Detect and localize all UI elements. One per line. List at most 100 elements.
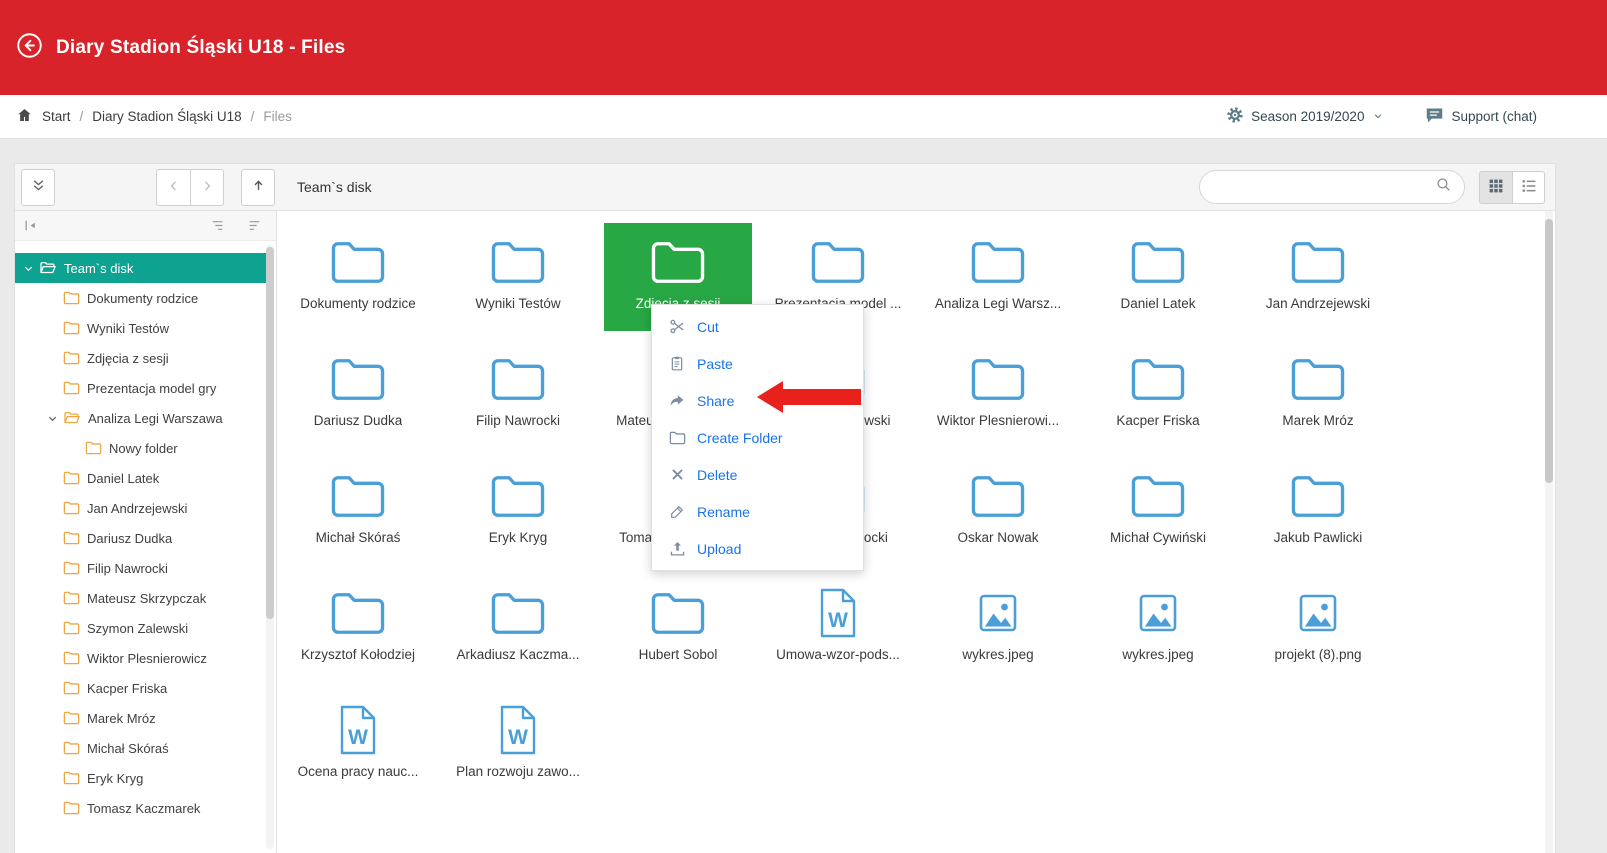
- folder-icon: [489, 236, 547, 288]
- file-tile-label: Dokumenty rodzice: [300, 296, 416, 311]
- expand-panel-button[interactable]: [21, 169, 55, 206]
- file-tile-jan-andrzejewski[interactable]: Jan Andrzejewski: [1244, 223, 1392, 331]
- file-tile-projekt-8-png[interactable]: projekt (8).png: [1244, 574, 1392, 682]
- search-input[interactable]: [1212, 180, 1435, 195]
- collapse-all-icon[interactable]: [210, 219, 225, 232]
- file-tile-wyniki-test-w[interactable]: Wyniki Testów: [444, 223, 592, 331]
- tree-item-label: Zdjęcia z sesji: [87, 351, 169, 366]
- file-tile-dariusz-dudka[interactable]: Dariusz Dudka: [284, 340, 432, 448]
- tree-item-zdj-cia-z-sesji[interactable]: Zdjęcia z sesji: [15, 343, 276, 373]
- tree-item-daniel-latek[interactable]: Daniel Latek: [15, 463, 276, 493]
- view-toggle: [1479, 171, 1545, 204]
- menu-item-upload[interactable]: Upload: [652, 530, 863, 567]
- tree-item-nowy-folder[interactable]: Nowy folder: [15, 433, 276, 463]
- season-label: Season 2019/2020: [1251, 109, 1364, 124]
- breadcrumb-item-diary[interactable]: Diary Stadion Śląski U18: [92, 109, 241, 124]
- file-tile-label: Ocena pracy nauc...: [298, 764, 419, 779]
- tree-item-team-s-disk[interactable]: Team`s disk: [15, 253, 266, 283]
- files-area: Dokumenty rodzice Wyniki Testów Zdjęcia …: [278, 211, 1555, 853]
- folder-icon: [1129, 236, 1187, 288]
- folder-icon: [329, 353, 387, 405]
- list-view-button[interactable]: [1512, 171, 1545, 204]
- svg-text:W: W: [508, 726, 528, 749]
- chevron-down-icon[interactable]: [47, 413, 63, 424]
- search-icon[interactable]: [1435, 176, 1452, 198]
- context-menu-item-label: Rename: [697, 504, 750, 520]
- tree-item-filip-nawrocki[interactable]: Filip Nawrocki: [15, 553, 276, 583]
- file-tile-kacper-friska[interactable]: Kacper Friska: [1084, 340, 1232, 448]
- file-tile-hubert-sobol[interactable]: Hubert Sobol: [604, 574, 752, 682]
- file-tile-umowa-wzor-pods[interactable]: W Umowa-wzor-pods...: [764, 574, 912, 682]
- folder-icon: [63, 591, 80, 605]
- tree-item-wyniki-test-w[interactable]: Wyniki Testów: [15, 313, 276, 343]
- file-tile-plan-rozwoju-zawo[interactable]: W Plan rozwoju zawo...: [444, 691, 592, 799]
- file-tile-arkadiusz-kaczma[interactable]: Arkadiusz Kaczma...: [444, 574, 592, 682]
- tree-item-wiktor-plesnierowicz[interactable]: Wiktor Plesnierowicz: [15, 643, 276, 673]
- file-tile-wiktor-plesnierowi[interactable]: Wiktor Plesnierowi...: [924, 340, 1072, 448]
- menu-item-delete[interactable]: Delete: [652, 456, 863, 493]
- file-tile-marek-mr-z[interactable]: Marek Mróz: [1244, 340, 1392, 448]
- tree-item-analiza-legi-warszawa[interactable]: Analiza Legi Warszawa: [15, 403, 276, 433]
- season-selector[interactable]: Season 2019/2020: [1226, 106, 1383, 127]
- folder-icon: [63, 741, 80, 755]
- menu-item-rename[interactable]: Rename: [652, 493, 863, 530]
- file-tile-analiza-legi-warsz[interactable]: Analiza Legi Warsz...: [924, 223, 1072, 331]
- file-tile-jakub-pawlicki[interactable]: Jakub Pawlicki: [1244, 457, 1392, 565]
- create-folder-icon: [668, 431, 686, 445]
- tree-item-prezentacja-model-gry[interactable]: Prezentacja model gry: [15, 373, 276, 403]
- folder-icon: [63, 321, 80, 335]
- tree-item-szymon-zalewski[interactable]: Szymon Zalewski: [15, 613, 276, 643]
- tree-item-mateusz-skrzypczak[interactable]: Mateusz Skrzypczak: [15, 583, 276, 613]
- tree-item-label: Analiza Legi Warszawa: [88, 411, 223, 426]
- support-chat-link[interactable]: Support (chat): [1425, 107, 1537, 127]
- file-tile-eryk-kryg[interactable]: Eryk Kryg: [444, 457, 592, 565]
- files-scrollbar-thumb[interactable]: [1545, 219, 1553, 483]
- forward-nav-button[interactable]: [190, 169, 224, 206]
- tree-item-jan-andrzejewski[interactable]: Jan Andrzejewski: [15, 493, 276, 523]
- menu-item-create-folder[interactable]: Create Folder: [652, 419, 863, 456]
- grid-view-icon: [1489, 179, 1503, 196]
- file-tile-wykres-jpeg[interactable]: wykres.jpeg: [1084, 574, 1232, 682]
- home-icon[interactable]: [16, 107, 33, 126]
- folder-open-icon: [39, 261, 57, 275]
- back-nav-button[interactable]: [156, 169, 190, 206]
- folder-icon: [63, 501, 80, 515]
- menu-item-paste[interactable]: Paste: [652, 345, 863, 382]
- upload-icon: [668, 540, 686, 557]
- menu-item-share[interactable]: Share: [652, 382, 863, 419]
- tree-item-tomasz-kaczmarek[interactable]: Tomasz Kaczmarek: [15, 793, 276, 823]
- tree-item-micha-sk-ra[interactable]: Michał Skóraś: [15, 733, 276, 763]
- file-tile-daniel-latek[interactable]: Daniel Latek: [1084, 223, 1232, 331]
- tree-item-dokumenty-rodzice[interactable]: Dokumenty rodzice: [15, 283, 276, 313]
- file-tile-filip-nawrocki[interactable]: Filip Nawrocki: [444, 340, 592, 448]
- tree-item-label: Mateusz Skrzypczak: [87, 591, 206, 606]
- file-tile-ocena-pracy-nauc[interactable]: W Ocena pracy nauc...: [284, 691, 432, 799]
- file-tile-micha-cywi-ski[interactable]: Michał Cywiński: [1084, 457, 1232, 565]
- expand-all-icon[interactable]: [247, 219, 262, 232]
- file-tile-label: Jakub Pawlicki: [1274, 530, 1363, 545]
- folder-icon: [649, 236, 707, 288]
- share-icon: [668, 392, 686, 409]
- breadcrumb-item-start[interactable]: Start: [42, 109, 71, 124]
- sidebar-scrollbar-thumb[interactable]: [266, 247, 274, 619]
- files-scrollbar[interactable]: [1545, 211, 1553, 853]
- tree-item-eryk-kryg[interactable]: Eryk Kryg: [15, 763, 276, 793]
- menu-item-cut[interactable]: Cut: [652, 308, 863, 345]
- grid-view-button[interactable]: [1479, 171, 1512, 204]
- tree-item-kacper-friska[interactable]: Kacper Friska: [15, 673, 276, 703]
- file-tile-dokumenty-rodzice[interactable]: Dokumenty rodzice: [284, 223, 432, 331]
- back-button[interactable]: [16, 32, 43, 64]
- tree-item-marek-mr-z[interactable]: Marek Mróz: [15, 703, 276, 733]
- file-tile-oskar-nowak[interactable]: Oskar Nowak: [924, 457, 1072, 565]
- sidebar-scrollbar[interactable]: [266, 245, 274, 849]
- up-folder-button[interactable]: [241, 169, 275, 206]
- folder-icon: [329, 236, 387, 288]
- file-tile-krzysztof-ko-odziej[interactable]: Krzysztof Kołodziej: [284, 574, 432, 682]
- collapse-sidebar-icon[interactable]: [23, 219, 38, 232]
- file-tile-wykres-jpeg[interactable]: wykres.jpeg: [924, 574, 1072, 682]
- chevron-down-icon[interactable]: [23, 263, 39, 274]
- tree-item-dariusz-dudka[interactable]: Dariusz Dudka: [15, 523, 276, 553]
- file-tile-micha-sk-ra[interactable]: Michał Skóraś: [284, 457, 432, 565]
- file-tile-label: wykres.jpeg: [1122, 647, 1193, 662]
- svg-text:W: W: [828, 609, 848, 632]
